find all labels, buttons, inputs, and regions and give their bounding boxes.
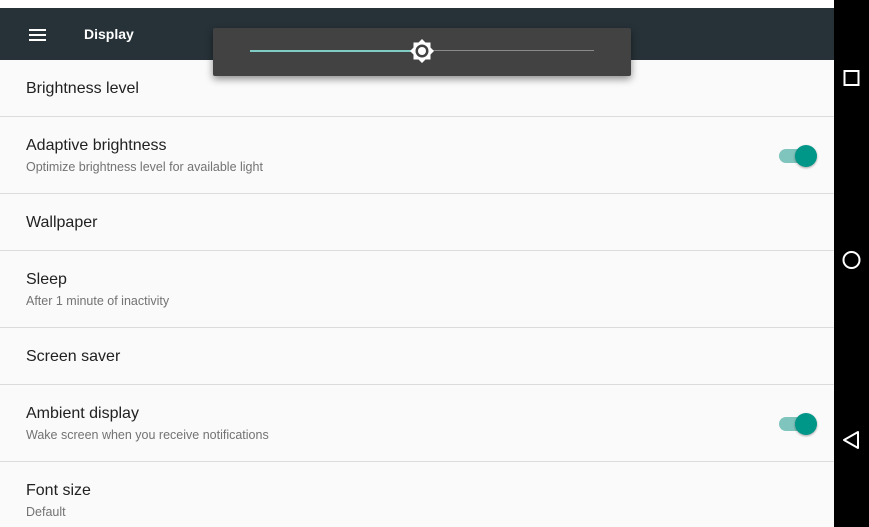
back-triangle-icon[interactable]: [834, 420, 869, 460]
brightness-popup: [213, 28, 631, 76]
brightness-slider-track-inactive[interactable]: [424, 50, 594, 51]
page-title: Display: [84, 26, 134, 42]
navigation-bar: [834, 0, 869, 527]
setting-title: Adaptive brightness: [26, 137, 167, 154]
toggle-thumb: [795, 413, 817, 435]
ambient-display-toggle[interactable]: [779, 413, 817, 435]
setting-screen-saver[interactable]: Screen saver: [0, 328, 834, 385]
menu-icon[interactable]: [27, 25, 49, 43]
setting-summary: After 1 minute of inactivity: [26, 294, 170, 308]
circle-icon[interactable]: [834, 240, 869, 280]
setting-font-size[interactable]: Font size Default: [0, 462, 834, 527]
square-icon[interactable]: [834, 58, 869, 98]
adaptive-brightness-toggle[interactable]: [779, 145, 817, 167]
setting-ambient-display[interactable]: Ambient display Wake screen when you rec…: [0, 385, 834, 462]
brightness-icon[interactable]: [409, 38, 435, 64]
setting-wallpaper[interactable]: Wallpaper: [0, 194, 834, 251]
setting-summary: Optimize brightness level for available …: [26, 160, 263, 174]
settings-screen: Display Brightness level Adaptive bright…: [0, 0, 834, 527]
setting-title: Screen saver: [26, 348, 121, 365]
setting-summary: Wake screen when you receive notificatio…: [26, 428, 269, 442]
brightness-slider-track-active[interactable]: [250, 50, 420, 52]
setting-summary: Default: [26, 505, 66, 519]
setting-title: Sleep: [26, 271, 67, 288]
settings-list: Brightness level Adaptive brightness Opt…: [0, 60, 834, 527]
setting-title: Wallpaper: [26, 214, 98, 231]
setting-title: Ambient display: [26, 405, 139, 422]
toggle-thumb: [795, 145, 817, 167]
status-bar: [0, 0, 834, 8]
setting-title: Brightness level: [26, 80, 139, 97]
setting-sleep[interactable]: Sleep After 1 minute of inactivity: [0, 251, 834, 328]
setting-title: Font size: [26, 482, 91, 499]
setting-adaptive-brightness[interactable]: Adaptive brightness Optimize brightness …: [0, 117, 834, 194]
